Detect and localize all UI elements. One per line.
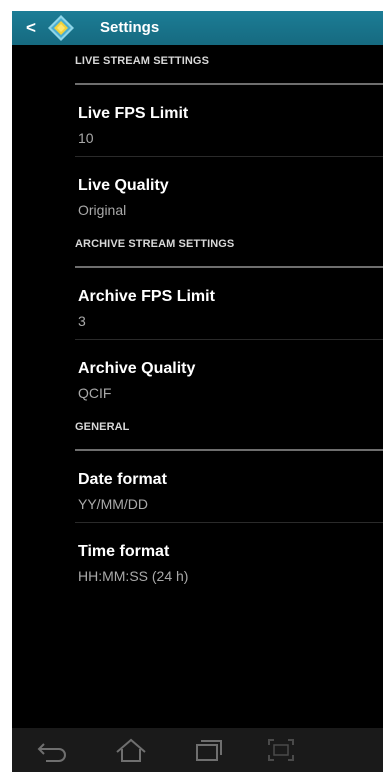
screenshot-icon[interactable] (263, 735, 299, 765)
pref-summary: Original (78, 202, 127, 218)
pref-archive-fps-limit[interactable]: Archive FPS Limit 3 (75, 268, 383, 340)
section-label: GENERAL (75, 421, 130, 433)
pref-archive-quality[interactable]: Archive Quality QCIF (75, 340, 383, 411)
section-header-live-stream: LIVE STREAM SETTINGS (75, 45, 383, 85)
pref-title: Archive Quality (78, 360, 196, 377)
section-label: LIVE STREAM SETTINGS (75, 55, 210, 67)
pref-live-quality[interactable]: Live Quality Original (75, 157, 383, 228)
pref-summary: HH:MM:SS (24 h) (78, 568, 189, 584)
chevron-left-icon[interactable]: < (26, 17, 36, 39)
pref-summary: 10 (78, 130, 94, 146)
pref-title: Date format (78, 471, 167, 488)
action-bar: < Settings (12, 11, 383, 45)
settings-list: LIVE STREAM SETTINGS Live FPS Limit 10 L… (12, 45, 383, 594)
section-header-archive-stream: ARCHIVE STREAM SETTINGS (75, 228, 383, 268)
system-nav-bar (12, 728, 383, 772)
pref-title: Archive FPS Limit (78, 288, 215, 305)
home-icon[interactable] (113, 735, 149, 765)
pref-live-fps-limit[interactable]: Live FPS Limit 10 (75, 85, 383, 157)
page-title: Settings (100, 19, 160, 36)
diamond-app-icon[interactable] (47, 14, 75, 42)
pref-summary: YY/MM/DD (78, 496, 148, 512)
pref-date-format[interactable]: Date format YY/MM/DD (75, 451, 383, 523)
pref-title: Live Quality (78, 177, 169, 194)
pref-time-format[interactable]: Time format HH:MM:SS (24 h) (75, 523, 383, 594)
pref-summary: QCIF (78, 385, 112, 401)
pref-title: Live FPS Limit (78, 105, 189, 122)
back-icon[interactable] (34, 735, 70, 765)
pref-title: Time format (78, 543, 170, 560)
section-label: ARCHIVE STREAM SETTINGS (75, 238, 235, 250)
section-header-general: GENERAL (75, 411, 383, 451)
phone-screen: < Settings LIVE STREAM SETTINGS Live FPS… (12, 11, 383, 772)
pref-summary: 3 (78, 313, 86, 329)
recent-apps-icon[interactable] (189, 735, 225, 765)
